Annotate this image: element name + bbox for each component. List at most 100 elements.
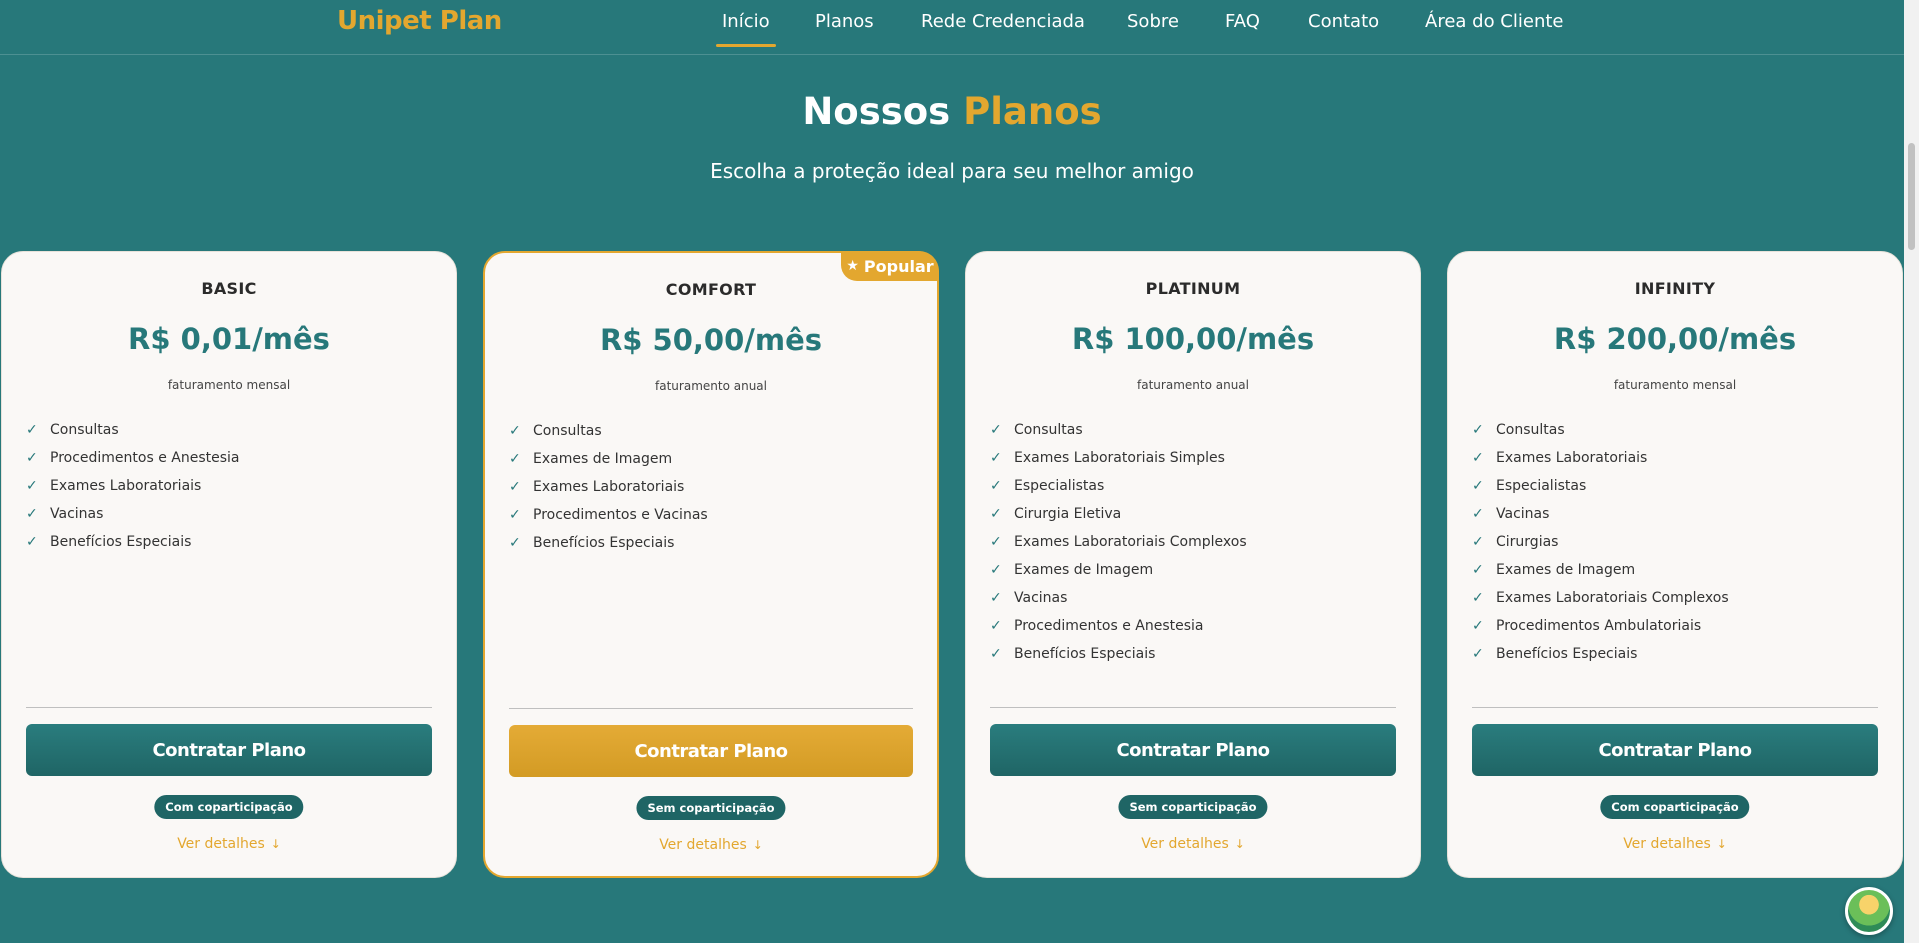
feature-label: Exames de Imagem [533, 451, 673, 467]
details-label: Ver detalhes [1623, 836, 1711, 852]
plan-price: R$ 50,00/mês [599, 323, 823, 357]
check-icon: ✓ [990, 478, 1002, 494]
feature-item: ✓ Exames Laboratoriais [1472, 444, 1729, 472]
check-icon: ✓ [509, 451, 521, 467]
plan-card-infinity: INFINITY R$ 200,00/mês faturamento mensa… [1447, 251, 1903, 878]
feature-item: ✓ Exames Laboratoriais [26, 472, 240, 500]
nav-inicio[interactable]: Início [716, 11, 776, 47]
feature-item: ✓ Exames de Imagem [509, 445, 708, 473]
check-icon: ✓ [1472, 618, 1484, 634]
feature-label: Procedimentos Ambulatoriais [1496, 618, 1702, 634]
feature-label: Exames de Imagem [1014, 562, 1154, 578]
feature-label: Benefícios Especiais [50, 534, 192, 550]
feature-list: ✓ Consultas ✓ Procedimentos e Anestesia ✓ Exa… [26, 416, 240, 556]
feature-label: Exames de Imagem [1496, 562, 1636, 578]
popular-badge: ★ Popular [841, 251, 939, 281]
contract-plan-button[interactable]: Contratar Plano [26, 724, 432, 776]
details-link[interactable]: Ver detalhes ↓ [485, 837, 937, 853]
details-link[interactable]: Ver detalhes ↓ [1448, 836, 1902, 852]
feature-label: Exames Laboratoriais Complexos [1496, 590, 1729, 606]
feature-label: Procedimentos e Vacinas [533, 507, 708, 523]
plan-price: R$ 200,00/mês [1553, 322, 1797, 356]
check-icon: ✓ [1472, 562, 1484, 578]
divider [990, 707, 1396, 708]
plan-billing: faturamento mensal [167, 378, 291, 392]
feature-item: ✓ Exames Laboratoriais [509, 473, 708, 501]
check-icon: ✓ [1472, 450, 1484, 466]
check-icon: ✓ [1472, 422, 1484, 438]
feature-item: ✓ Cirurgias [1472, 528, 1729, 556]
check-icon: ✓ [26, 450, 38, 466]
floating-widget-icon[interactable] [1845, 887, 1893, 935]
check-icon: ✓ [990, 506, 1002, 522]
feature-item: ✓ Procedimentos Ambulatoriais [1472, 612, 1729, 640]
section-title-main: Nossos [802, 90, 951, 133]
section-title-accent: Planos [963, 90, 1102, 133]
check-icon: ✓ [26, 534, 38, 550]
check-icon: ✓ [1472, 534, 1484, 550]
plan-name: COMFORT [665, 280, 757, 299]
plan-card-platinum: PLATINUM R$ 100,00/mês faturamento anual… [965, 251, 1421, 878]
feature-item: ✓ Especialistas [990, 472, 1247, 500]
feature-item: ✓ Procedimentos e Vacinas [509, 501, 708, 529]
feature-label: Cirurgia Eletiva [1014, 506, 1122, 522]
section-title: Nossos Planos [0, 90, 1904, 133]
details-link[interactable]: Ver detalhes ↓ [966, 836, 1420, 852]
feature-label: Exames Laboratoriais Simples [1014, 450, 1225, 466]
feature-label: Exames Laboratoriais [533, 479, 685, 495]
feature-item: ✓ Exames de Imagem [1472, 556, 1729, 584]
plan-price: R$ 100,00/mês [1071, 322, 1315, 356]
star-icon: ★ [846, 258, 859, 274]
feature-label: Vacinas [1014, 590, 1068, 606]
details-link[interactable]: Ver detalhes ↓ [2, 836, 456, 852]
site-header: Unipet Plan Início Planos Rede Credencia… [0, 0, 1904, 55]
feature-label: Benefícios Especiais [1014, 646, 1156, 662]
feature-item: ✓ Vacinas [26, 500, 240, 528]
feature-item: ✓ Benefícios Especiais [26, 528, 240, 556]
popular-label: Popular [863, 256, 934, 276]
nav-area-do-cliente[interactable]: Área do Cliente [1425, 11, 1564, 32]
check-icon: ✓ [509, 507, 521, 523]
nav-faq[interactable]: FAQ [1225, 11, 1260, 32]
feature-item: ✓ Exames Laboratoriais Simples [990, 444, 1247, 472]
contract-plan-button[interactable]: Contratar Plano [1472, 724, 1878, 776]
feature-label: Especialistas [1014, 478, 1105, 494]
feature-label: Exames Laboratoriais [50, 478, 202, 494]
plan-name: BASIC [201, 279, 257, 298]
check-icon: ✓ [990, 534, 1002, 550]
copay-badge: Sem coparticipação [636, 796, 786, 820]
check-icon: ✓ [990, 450, 1002, 466]
feature-label: Vacinas [50, 506, 104, 522]
feature-item: ✓ Especialistas [1472, 472, 1729, 500]
scrollbar[interactable] [1904, 0, 1919, 943]
contract-plan-button[interactable]: Contratar Plano [509, 725, 913, 777]
feature-item: ✓ Vacinas [990, 584, 1247, 612]
feature-label: Procedimentos e Anestesia [1014, 618, 1204, 634]
scrollbar-thumb[interactable] [1908, 143, 1915, 250]
nav-rede-credenciada[interactable]: Rede Credenciada [921, 11, 1085, 32]
feature-label: Especialistas [1496, 478, 1587, 494]
feature-list: ✓ Consultas ✓ Exames de Imagem ✓ Exames Labor… [509, 417, 708, 557]
nav-sobre[interactable]: Sobre [1127, 11, 1179, 32]
logo[interactable]: Unipet Plan [337, 6, 502, 36]
feature-label: Exames Laboratoriais Complexos [1014, 534, 1247, 550]
check-icon: ✓ [26, 478, 38, 494]
feature-item: ✓ Benefícios Especiais [509, 529, 708, 557]
feature-label: Cirurgias [1496, 534, 1559, 550]
section-subtitle: Escolha a proteção ideal para seu melhor… [710, 159, 1194, 183]
arrow-down-icon: ↓ [752, 838, 763, 852]
feature-item: ✓ Consultas [1472, 416, 1729, 444]
feature-item: ✓ Benefícios Especiais [990, 640, 1247, 668]
plan-billing: faturamento anual [655, 379, 767, 393]
feature-label: Consultas [1014, 422, 1083, 438]
feature-label: Consultas [1496, 422, 1565, 438]
nav-planos[interactable]: Planos [815, 11, 874, 32]
plan-name: INFINITY [1634, 279, 1716, 298]
feature-label: Exames Laboratoriais [1496, 450, 1648, 466]
nav-contato[interactable]: Contato [1308, 11, 1379, 32]
contract-plan-button[interactable]: Contratar Plano [990, 724, 1396, 776]
feature-item: ✓ Cirurgia Eletiva [990, 500, 1247, 528]
feature-item: ✓ Vacinas [1472, 500, 1729, 528]
feature-label: Consultas [533, 423, 602, 439]
divider [26, 707, 432, 708]
